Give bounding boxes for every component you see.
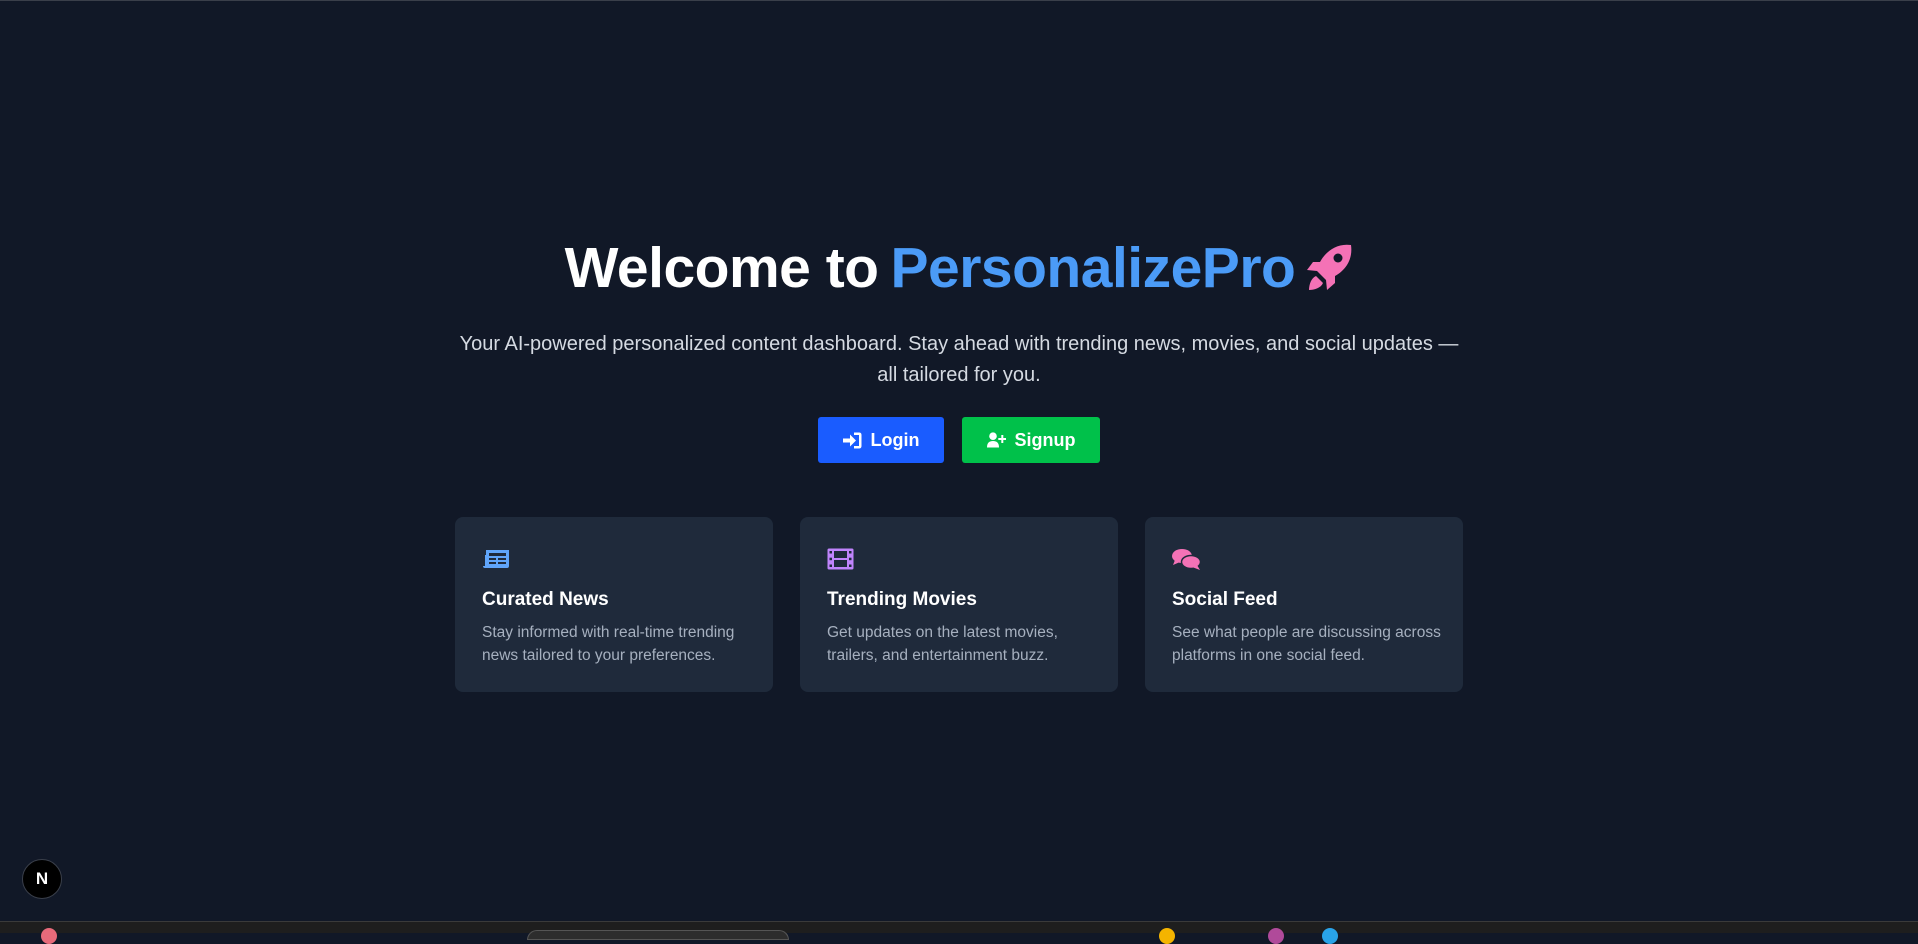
feature-title: Curated News: [482, 589, 609, 610]
signup-label: Signup: [1014, 429, 1076, 450]
feature-card-social: Social Feed See what people are discussi…: [1145, 517, 1463, 692]
user-plus-icon: [986, 432, 1006, 448]
login-label: Login: [870, 429, 920, 450]
os-taskbar: [0, 921, 1918, 944]
feature-description: Get updates on the latest movies, traile…: [827, 624, 1058, 664]
dev-tools-badge[interactable]: N: [22, 859, 62, 899]
feature-cards: Curated News Stay informed with real-tim…: [455, 517, 1463, 692]
taskbar-app-icon[interactable]: [1159, 928, 1175, 944]
rocket-icon: [1307, 243, 1353, 293]
hero-section: Welcome to PersonalizePro Your AI-powere…: [0, 0, 1918, 692]
taskbar-app-icon[interactable]: [41, 928, 57, 944]
film-icon: [827, 547, 1091, 571]
newspaper-icon: [482, 547, 746, 571]
brand-name: PersonalizePro: [890, 236, 1296, 300]
feature-title: Social Feed: [1172, 589, 1278, 610]
comments-icon: [1172, 547, 1436, 571]
signup-button[interactable]: Signup: [962, 417, 1100, 463]
feature-description: See what people are discussing across pl…: [1172, 624, 1441, 664]
page-title: Welcome to PersonalizePro: [565, 230, 1354, 306]
sign-in-icon: [842, 432, 861, 448]
taskbar-search[interactable]: [527, 930, 789, 940]
feature-title: Trending Movies: [827, 589, 977, 610]
title-prefix: Welcome to: [564, 236, 879, 300]
feature-card-movies: Trending Movies Get updates on the lates…: [800, 517, 1118, 692]
feature-description: Stay informed with real-time trending ne…: [482, 624, 735, 664]
taskbar-app-icon[interactable]: [1268, 928, 1284, 944]
login-button[interactable]: Login: [818, 417, 944, 463]
page-subtitle: Your AI-powered personalized content das…: [459, 333, 1459, 386]
taskbar-app-icon[interactable]: [1322, 928, 1338, 944]
auth-actions: Login Signup: [818, 417, 1100, 463]
feature-card-news: Curated News Stay informed with real-tim…: [455, 517, 773, 692]
